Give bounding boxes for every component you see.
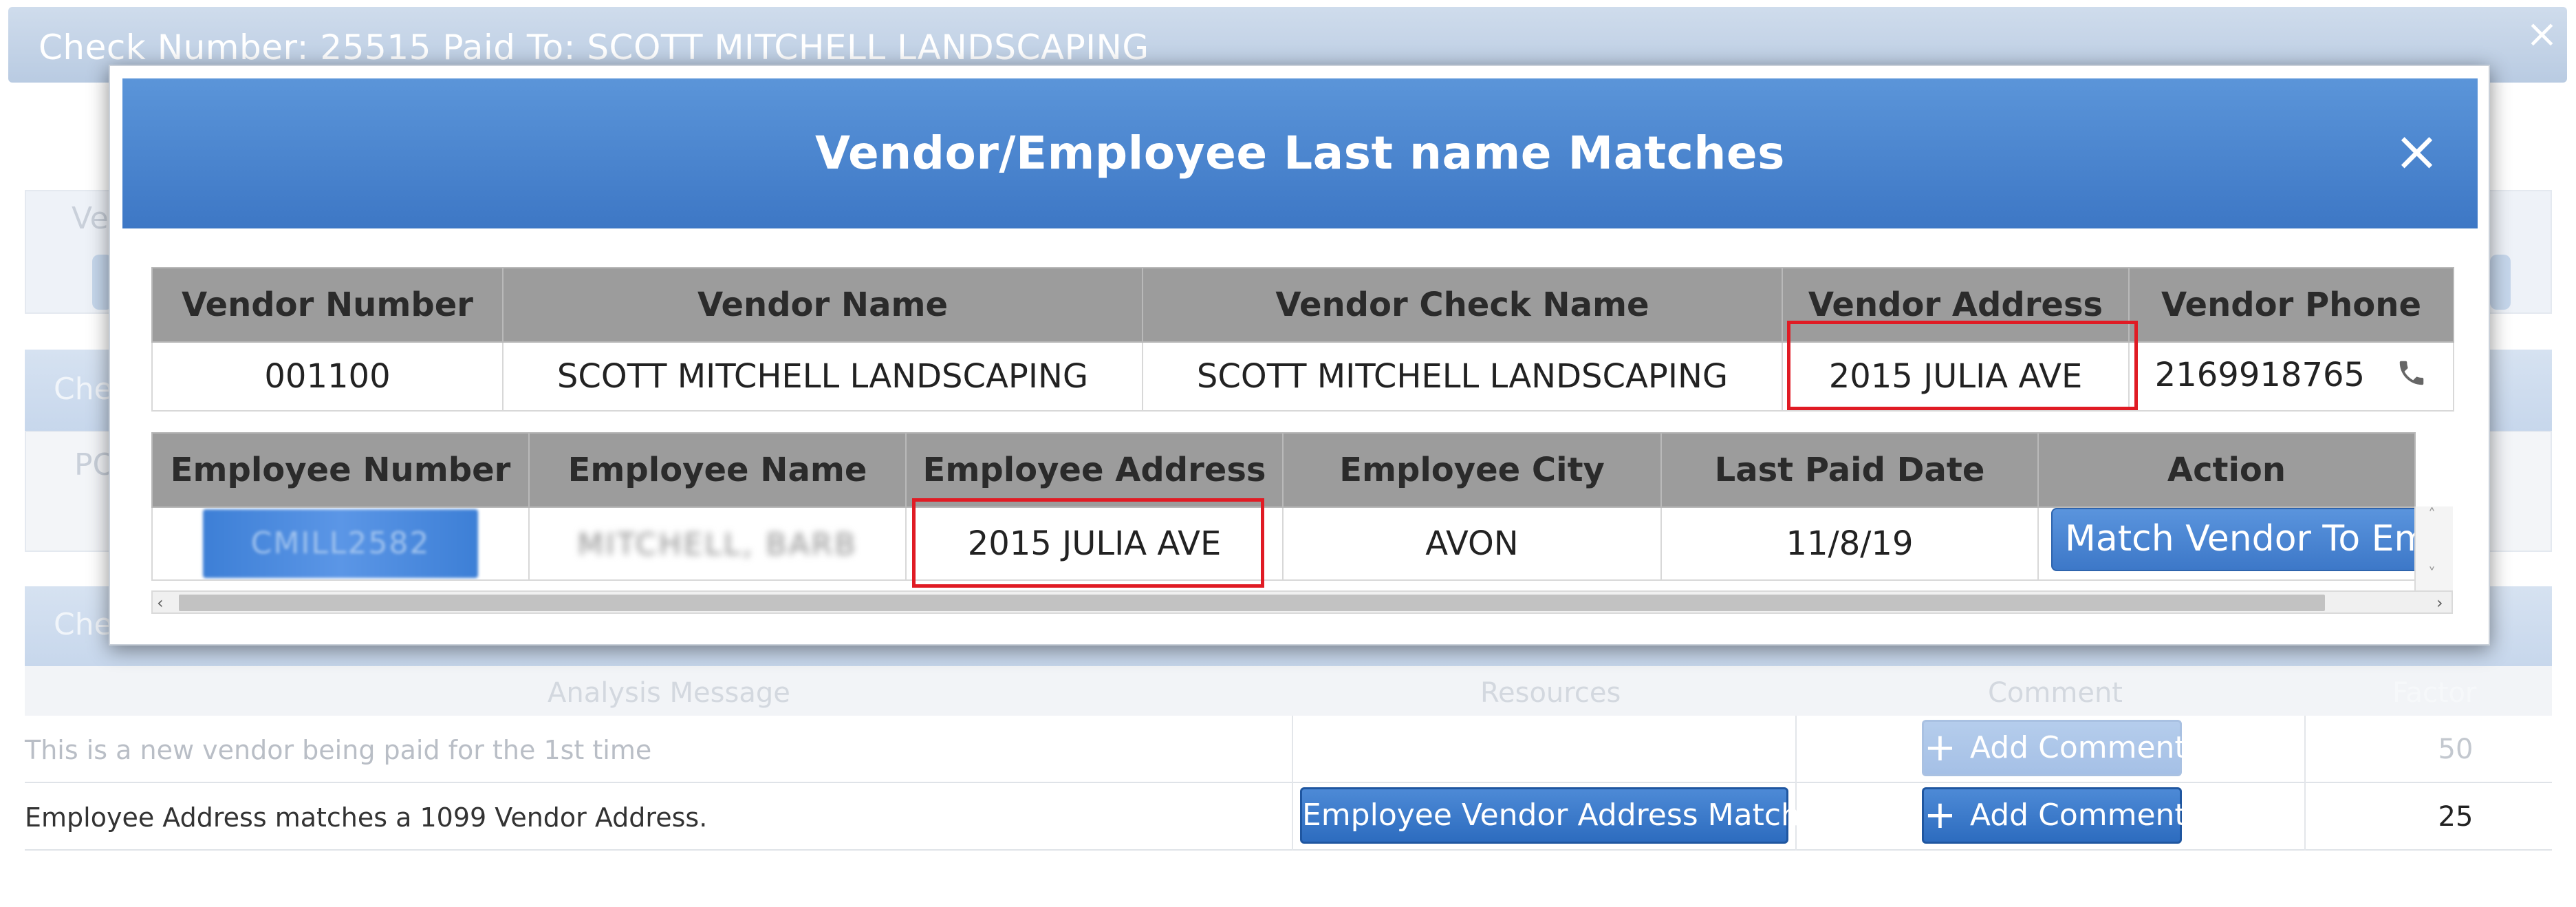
last-paid-date: 11/8/19 bbox=[1660, 506, 2039, 581]
match-vendor-to-employee-button[interactable]: Match Vendor To Empl bbox=[2051, 509, 2414, 571]
vertical-scrollbar[interactable]: ˄ ˅ bbox=[2414, 506, 2453, 590]
employee-row: CMILL2582 MITCHELL, BARB 2015 JULIA AVE … bbox=[151, 506, 2416, 581]
background-close-icon[interactable]: × bbox=[2526, 15, 2558, 54]
vendor-check-name-header: Vendor Check Name bbox=[1142, 267, 1783, 343]
plus-icon: + bbox=[1924, 793, 1956, 837]
employee-number[interactable]: CMILL2582 bbox=[203, 509, 478, 578]
analysis-message: This is a new vendor being paid for the … bbox=[25, 735, 652, 765]
employee-number-cell: CMILL2582 bbox=[151, 506, 530, 581]
analysis-factor: 25 bbox=[2438, 801, 2474, 833]
employee-address-highlight bbox=[912, 498, 1264, 588]
employee-name: MITCHELL, BARB bbox=[577, 527, 858, 562]
analysis-message: Employee Address matches a 1099 Vendor A… bbox=[25, 802, 708, 833]
employee-table-header-row: Employee Number Employee Name Employee A… bbox=[151, 432, 2416, 508]
analysis-header-resources: Resources bbox=[1480, 677, 1621, 709]
action-header: Action bbox=[2037, 432, 2416, 508]
analysis-header-message: Analysis Message bbox=[548, 677, 790, 709]
vendor-number: 001100 bbox=[151, 341, 504, 412]
employee-name-cell: MITCHELL, BARB bbox=[528, 506, 907, 581]
analysis-header-comment: Comment bbox=[1988, 677, 2123, 709]
analysis-factor: 50 bbox=[2438, 734, 2474, 765]
vendor-stub-label: Ve bbox=[72, 201, 109, 236]
vendor-address-highlight bbox=[1787, 321, 2138, 410]
employee-vendor-address-match-button[interactable]: Employee Vendor Address Match bbox=[1300, 787, 1800, 844]
vendor-name: SCOTT MITCHELL LANDSCAPING bbox=[502, 341, 1143, 412]
analysis-table-header: Analysis Message Resources Comment Facto… bbox=[25, 666, 2552, 716]
scroll-right-icon[interactable]: › bbox=[2436, 593, 2443, 612]
employee-number-header: Employee Number bbox=[151, 432, 530, 508]
employee-table: Employee Number Employee Name Employee A… bbox=[151, 432, 2416, 581]
scroll-down-icon[interactable]: ˅ bbox=[2428, 566, 2436, 583]
horizontal-scrollbar[interactable]: ‹ › bbox=[151, 590, 2453, 614]
background-button-edge bbox=[2490, 255, 2511, 310]
vendor-name-header: Vendor Name bbox=[502, 267, 1143, 343]
vendor-phone: 2169918765 bbox=[2154, 356, 2366, 394]
scroll-thumb[interactable] bbox=[179, 595, 2325, 611]
add-comment-button[interactable]: + Add Comment bbox=[1922, 787, 2187, 844]
modal-title: Vendor/Employee Last name Matches bbox=[815, 127, 1785, 180]
vendor-phone-cell: 2169918765 bbox=[2128, 341, 2454, 412]
phone-icon[interactable] bbox=[2396, 357, 2427, 397]
check-stub-label: Che bbox=[54, 372, 113, 407]
plus-icon: + bbox=[1924, 725, 1956, 770]
background-title: Check Number: 25515 Paid To: SCOTT MITCH… bbox=[39, 28, 1149, 67]
analysis-stub-label: Che bbox=[54, 607, 113, 642]
employee-address-header: Employee Address bbox=[905, 432, 1284, 508]
modal-header: Vendor/Employee Last name Matches × bbox=[122, 78, 2478, 228]
last-paid-date-header: Last Paid Date bbox=[1660, 432, 2039, 508]
analysis-table: Analysis Message Resources Comment Facto… bbox=[25, 666, 2552, 870]
close-icon[interactable]: × bbox=[2394, 124, 2440, 179]
analysis-header-factor: Factor bbox=[2392, 677, 2477, 709]
vendor-number-header: Vendor Number bbox=[151, 267, 504, 343]
action-cell: Match Vendor To Empl bbox=[2037, 506, 2416, 581]
employee-city-header: Employee City bbox=[1282, 432, 1662, 508]
analysis-row: This is a new vendor being paid for the … bbox=[25, 716, 2552, 783]
employee-name-header: Employee Name bbox=[528, 432, 907, 508]
scroll-left-icon[interactable]: ‹ bbox=[157, 593, 164, 612]
vendor-check-name: SCOTT MITCHELL LANDSCAPING bbox=[1142, 341, 1783, 412]
vendor-phone-header: Vendor Phone bbox=[2128, 267, 2454, 343]
analysis-row: Employee Address matches a 1099 Vendor A… bbox=[25, 783, 2552, 851]
scroll-up-icon[interactable]: ˄ bbox=[2428, 506, 2436, 524]
add-comment-button[interactable]: + Add Comment bbox=[1922, 720, 2187, 776]
employee-city: AVON bbox=[1282, 506, 1662, 581]
